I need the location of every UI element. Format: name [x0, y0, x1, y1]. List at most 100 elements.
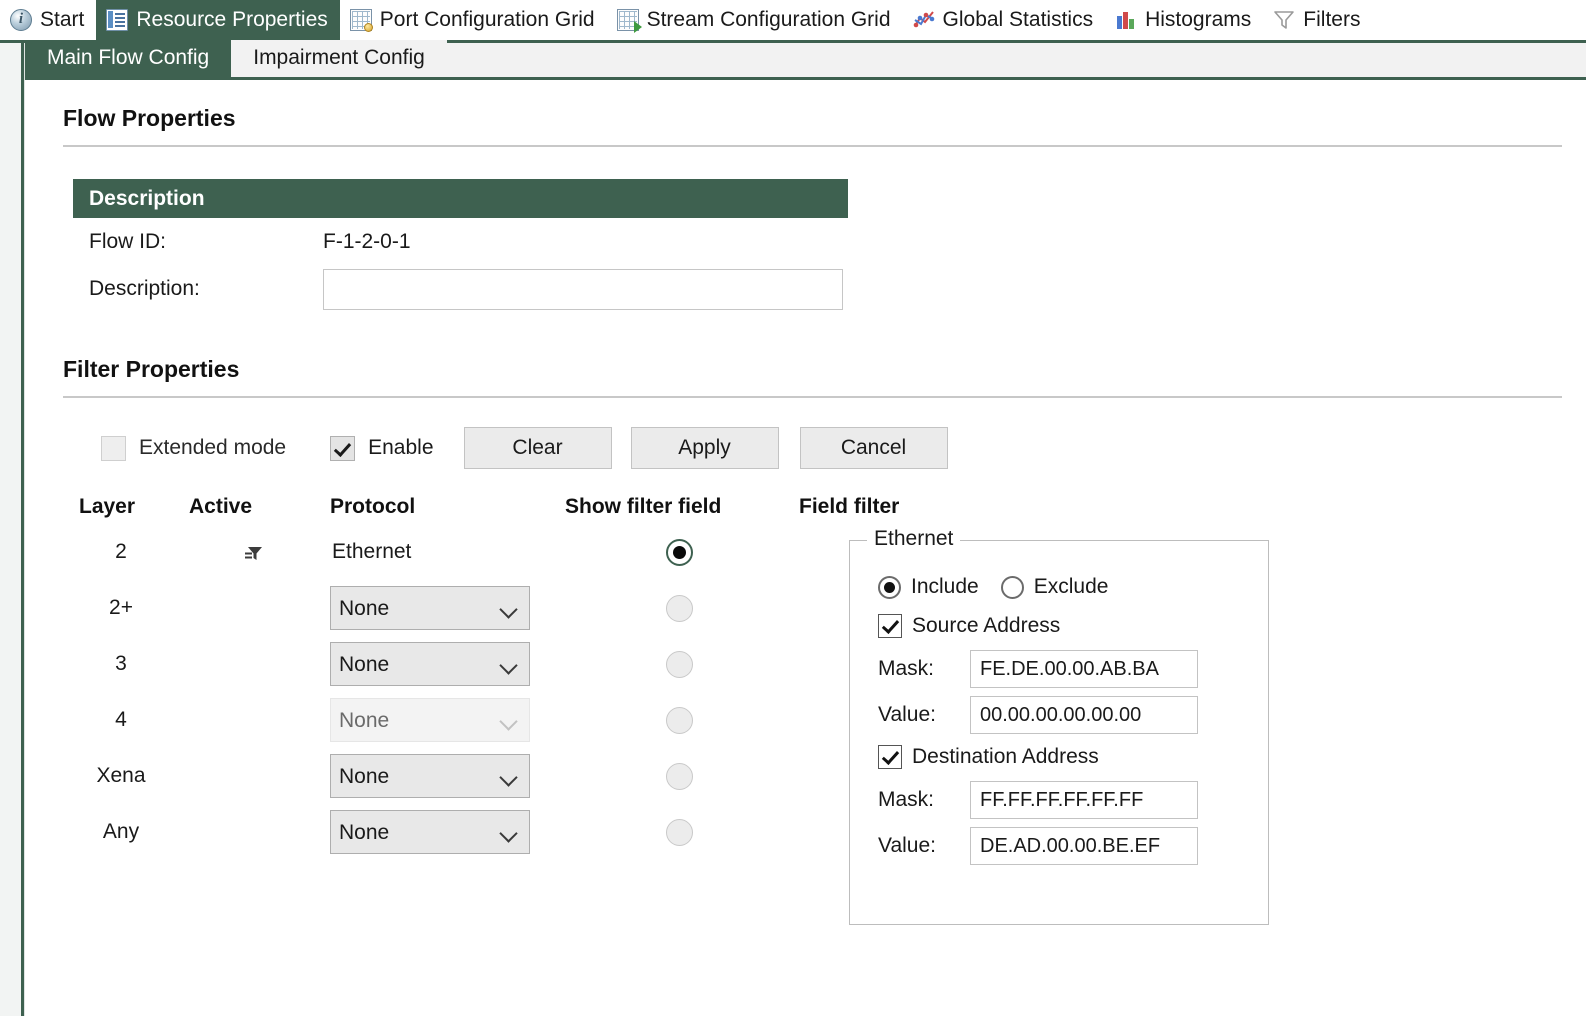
include-label: Include — [911, 575, 979, 598]
column-header-layer: Layer — [79, 495, 136, 518]
destination-value-label: Value: — [878, 834, 936, 857]
column-header-active: Active — [189, 495, 253, 518]
table-row: 3 None — [39, 636, 1586, 692]
active-cell — [189, 540, 317, 564]
show-filter-field-cell — [565, 650, 793, 678]
flow-id-row: Flow ID: F-1-2-0-1 — [73, 226, 1586, 258]
destination-address-checkbox[interactable] — [878, 745, 902, 769]
main-navigation-bar: Start Resource Properties Port Configura… — [0, 0, 1586, 43]
description-label: Description: — [89, 277, 200, 300]
nav-tab-start[interactable]: Start — [0, 0, 96, 40]
show-filter-field-radio[interactable] — [665, 594, 693, 622]
show-filter-field-radio[interactable] — [665, 706, 693, 734]
source-value-input[interactable] — [970, 696, 1198, 734]
show-filter-field-radio[interactable] — [665, 762, 693, 790]
layer-label: Any — [102, 820, 140, 843]
column-header-field-filter: Field filter — [799, 495, 900, 518]
nav-tab-port-configuration-grid[interactable]: Port Configuration Grid — [340, 0, 607, 40]
destination-mask-input[interactable] — [970, 781, 1198, 819]
protocol-select-wrap: None — [330, 586, 530, 630]
nav-tab-global-statistics[interactable]: Global Statistics — [903, 0, 1106, 40]
protocol-select[interactable]: None — [330, 698, 530, 742]
filter-properties-divider — [63, 396, 1562, 398]
layer-label: Xena — [96, 764, 146, 787]
source-value-row: Value: — [878, 695, 1268, 735]
field-filter-body: Include Exclude Source Address Mask: FE.… — [850, 541, 1268, 866]
extended-mode-checkbox[interactable] — [101, 435, 126, 461]
source-mask-input[interactable] — [970, 650, 1198, 688]
column-header-show-filter-field: Show filter field — [565, 495, 722, 518]
protocol-select-wrap: None — [330, 754, 530, 798]
stream-grid-icon — [616, 9, 642, 33]
destination-value-input[interactable] — [970, 827, 1198, 865]
exclude-radio[interactable] — [1000, 575, 1024, 599]
flow-id-value: F-1-2-0-1 — [323, 230, 411, 253]
show-filter-field-radio[interactable] — [665, 818, 693, 846]
protocol-cell: None — [317, 586, 565, 630]
bar-chart-icon — [1115, 9, 1137, 31]
tab-impairment-config[interactable]: Impairment Config — [231, 40, 447, 77]
nav-tab-histograms[interactable]: Histograms — [1105, 0, 1263, 40]
protocol-select[interactable]: None — [330, 754, 530, 798]
destination-address-row: Destination Address — [878, 741, 1268, 773]
nav-tab-label: Filters — [1303, 8, 1361, 31]
protocol-cell: Ethernet — [317, 540, 565, 564]
show-filter-field-cell — [565, 706, 793, 734]
show-filter-field-radio[interactable] — [665, 650, 693, 678]
extended-mode-label: Extended mode — [139, 436, 287, 459]
destination-address-label: Destination Address — [912, 745, 1099, 768]
line-chart-icon — [913, 9, 935, 31]
show-filter-field-cell — [565, 762, 793, 790]
funnel-icon[interactable] — [241, 540, 265, 564]
protocol-cell: None — [317, 810, 565, 854]
protocol-cell: None — [317, 754, 565, 798]
content-area: Main Flow Config Impairment Config Flow … — [25, 40, 1586, 1016]
include-exclude-row: Include Exclude — [878, 571, 1268, 603]
destination-mask-label: Mask: — [878, 788, 935, 811]
nav-tab-label: Histograms — [1145, 8, 1252, 31]
layer-label: 2+ — [109, 596, 133, 619]
table-row: 2 Ethernet — [39, 524, 1586, 580]
nav-tab-label: Global Statistics — [942, 8, 1094, 31]
layer-label: 2 — [115, 540, 127, 563]
enable-label: Enable — [368, 436, 434, 459]
cancel-button[interactable]: Cancel — [799, 427, 948, 469]
table-row: Xena None — [39, 748, 1586, 804]
filter-layer-table: Layer Active Protocol Show filter field … — [39, 490, 1586, 925]
page-frame: Main Flow Config Impairment Config Flow … — [0, 40, 1586, 1016]
tab-label: Main Flow Config — [47, 46, 210, 69]
main-flow-config-panel: Flow Properties Description Flow ID: F-1… — [25, 105, 1586, 925]
nav-tab-filters[interactable]: Filters — [1263, 0, 1372, 40]
nav-tab-resource-properties[interactable]: Resource Properties — [96, 0, 340, 40]
source-address-checkbox[interactable] — [878, 614, 902, 638]
table-header-row: Layer Active Protocol Show filter field … — [39, 490, 1586, 524]
funnel-icon — [1273, 9, 1295, 31]
field-filter-groupbox: Ethernet Include Exclude Source Address — [849, 527, 1269, 925]
tab-main-flow-config[interactable]: Main Flow Config — [25, 40, 232, 77]
grid-icon — [349, 9, 373, 32]
table-row: 4 None — [39, 692, 1586, 748]
protocol-select[interactable]: None — [330, 642, 530, 686]
protocol-select[interactable]: None — [330, 586, 530, 630]
exclude-label: Exclude — [1033, 575, 1109, 598]
description-input[interactable] — [323, 268, 843, 310]
field-filter-legend: Ethernet — [867, 527, 961, 551]
protocol-select-wrap: None — [330, 810, 530, 854]
include-radio[interactable] — [878, 575, 901, 599]
protocol-cell: None — [317, 642, 565, 686]
nav-tab-stream-configuration-grid[interactable]: Stream Configuration Grid — [607, 0, 903, 40]
sub-tab-strip: Main Flow Config Impairment Config — [25, 40, 1586, 80]
show-filter-field-cell — [565, 818, 793, 846]
source-value-label: Value: — [878, 703, 936, 726]
show-filter-field-cell — [565, 538, 793, 566]
protocol-select[interactable]: None — [330, 810, 530, 854]
nav-tab-label: Port Configuration Grid — [379, 8, 595, 31]
clear-button[interactable]: Clear — [463, 427, 612, 469]
table-row: 2+ None — [39, 580, 1586, 636]
enable-checkbox[interactable] — [330, 435, 356, 461]
protocol-value: Ethernet — [332, 540, 412, 563]
show-filter-field-radio[interactable] — [665, 538, 693, 566]
apply-button[interactable]: Apply — [630, 427, 779, 469]
destination-value-row: Value: — [878, 826, 1268, 866]
resource-panel-icon — [106, 9, 129, 31]
